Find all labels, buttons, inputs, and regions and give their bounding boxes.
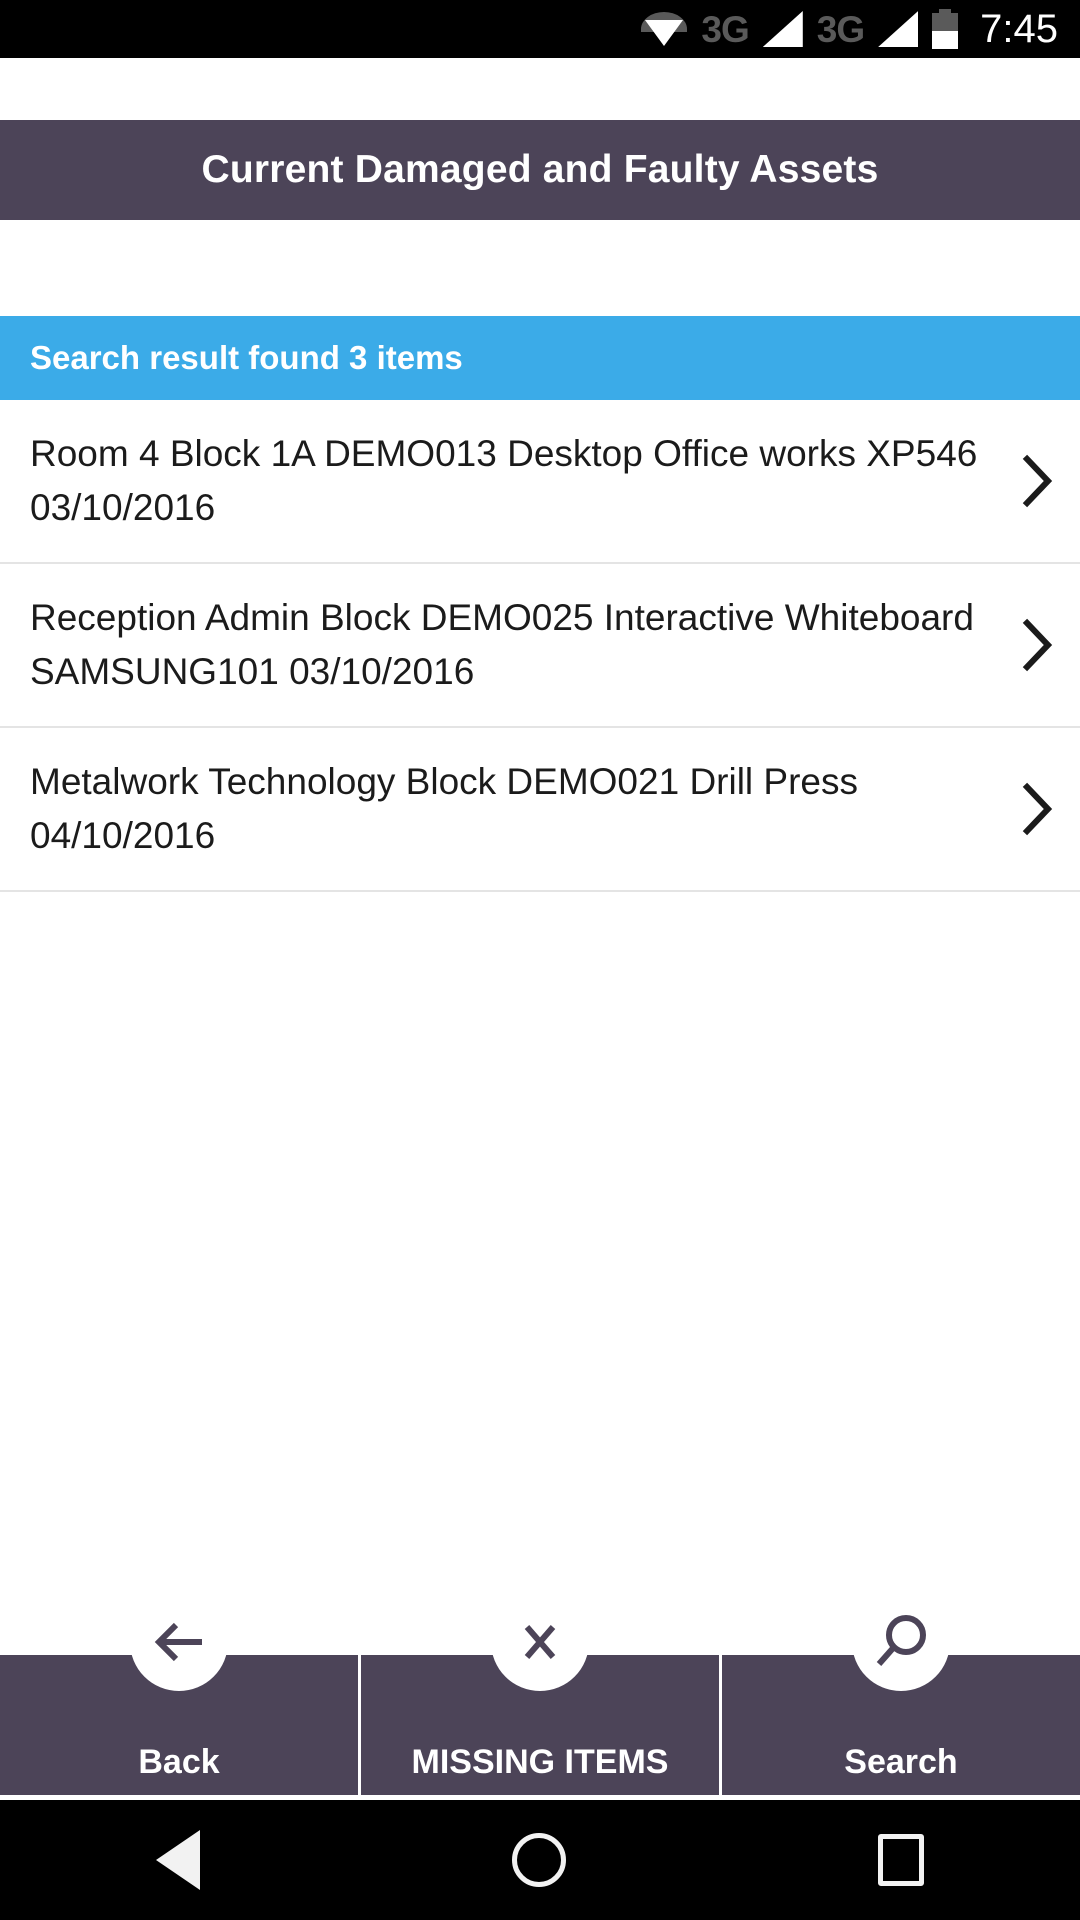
signal-bars-icon-1 [762,11,803,47]
network-type-label-2: 3G [816,8,865,50]
wifi-icon [641,12,688,46]
chevron-right-icon[interactable] [996,781,1080,837]
android-back-icon[interactable] [156,1830,200,1890]
list-item-label: Reception Admin Block DEMO025 Interactiv… [30,597,995,692]
android-home-icon[interactable] [512,1833,566,1887]
android-navigation-bar [0,1800,1080,1920]
asset-list: Room 4 Block 1A DEMO013 Desktop Office w… [0,400,1080,892]
bottom-action-bar: Back MISSING ITEMS Search [0,1593,1080,1795]
table-row[interactable]: Metalwork Technology Block DEMO021 Drill… [0,728,1080,892]
back-button-label: Back [138,1743,220,1781]
search-result-banner: Search result found 3 items [0,316,1080,400]
phone-screen: 3G 3G 7:45 Current Damaged and Faulty As… [0,0,1080,1920]
table-row[interactable]: Reception Admin Block DEMO025 Interactiv… [0,564,1080,728]
search-button-label: Search [844,1743,958,1781]
app-bar: Current Damaged and Faulty Assets [0,120,1080,220]
back-button[interactable]: Back [0,1593,358,1795]
chevron-right-icon[interactable] [996,617,1080,673]
search-icon [852,1593,950,1691]
network-type-label-1: 3G [701,8,749,50]
status-bar: 3G 3G 7:45 [0,0,1080,58]
chevron-right-icon[interactable] [996,453,1080,509]
status-bar-clock: 7:45 [980,7,1058,51]
signal-bars-icon-2 [878,11,919,47]
list-item-label: Metalwork Technology Block DEMO021 Drill… [30,761,879,856]
search-button[interactable]: Search [719,1593,1080,1795]
missing-items-button-label: MISSING ITEMS [411,1743,669,1781]
table-row[interactable]: Room 4 Block 1A DEMO013 Desktop Office w… [0,400,1080,564]
search-result-count-label: Search result found 3 items [30,339,463,376]
list-item-label: Room 4 Block 1A DEMO013 Desktop Office w… [30,433,988,528]
arrow-left-icon [130,1593,228,1691]
android-recents-icon[interactable] [878,1834,924,1886]
battery-half-icon [932,9,959,49]
missing-items-button[interactable]: MISSING ITEMS [358,1593,719,1795]
page-title: Current Damaged and Faulty Assets [201,148,879,191]
close-x-icon [491,1593,589,1691]
